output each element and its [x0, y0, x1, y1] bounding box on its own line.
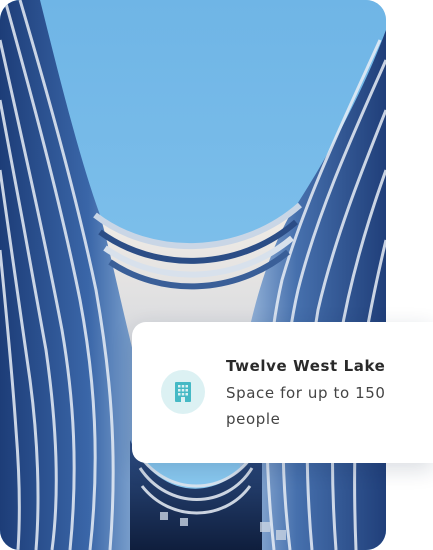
building-icon — [161, 370, 205, 414]
building-photo — [0, 0, 386, 550]
modern-architecture-icon — [0, 0, 386, 550]
venue-name: Twelve West Lake — [226, 357, 386, 375]
venue-info-text: Twelve West Lake Space for up to 150 peo… — [226, 356, 422, 432]
venue-info-card: Twelve West Lake Space for up to 150 peo… — [132, 322, 433, 463]
venue-capacity: Space for up to 150 people — [226, 384, 386, 428]
